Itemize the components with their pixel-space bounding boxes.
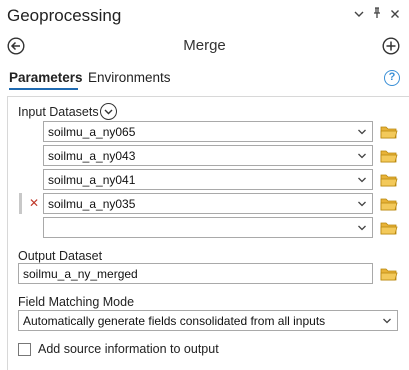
folder-icon[interactable] [380, 197, 398, 211]
folder-icon[interactable] [380, 149, 398, 163]
help-icon[interactable]: ? [384, 70, 400, 86]
chevron-down-icon [358, 153, 366, 159]
tab-environments[interactable]: Environments [88, 70, 171, 85]
tool-header: Merge [0, 34, 409, 60]
close-icon[interactable] [388, 7, 402, 23]
input-dataset-combo-empty[interactable] [43, 217, 373, 238]
add-source-label: Add source information to output [38, 342, 219, 356]
folder-icon[interactable] [380, 125, 398, 139]
input-dataset-combo[interactable]: soilmu_a_ny035 [43, 193, 373, 214]
active-tab-indicator [9, 88, 78, 90]
chevron-down-icon [358, 177, 366, 183]
panel-title-bar: Geoprocessing [0, 0, 409, 34]
input-dataset-value: soilmu_a_ny041 [48, 173, 136, 187]
collapse-chevron-icon[interactable] [100, 103, 117, 120]
row-drag-handle[interactable] [19, 193, 22, 214]
add-source-checkbox[interactable] [18, 343, 31, 356]
output-dataset-label: Output Dataset [18, 249, 103, 263]
tab-bar: Parameters Environments ? [0, 66, 409, 92]
options-dropdown-icon[interactable] [352, 7, 366, 23]
folder-icon[interactable] [380, 173, 398, 187]
chevron-down-icon [383, 318, 391, 324]
input-dataset-value: soilmu_a_ny043 [48, 149, 136, 163]
add-plus-icon[interactable] [382, 37, 400, 55]
input-dataset-value: soilmu_a_ny035 [48, 197, 136, 211]
field-matching-label: Field Matching Mode [18, 295, 135, 309]
folder-icon[interactable] [380, 267, 398, 281]
pin-icon[interactable] [370, 7, 384, 23]
output-dataset-value: soilmu_a_ny_merged [23, 267, 138, 281]
panel-title: Geoprocessing [7, 6, 122, 25]
input-dataset-combo[interactable]: soilmu_a_ny065 [43, 121, 373, 142]
chevron-down-icon [358, 225, 366, 231]
output-dataset-input[interactable]: soilmu_a_ny_merged [18, 263, 373, 284]
input-dataset-combo[interactable]: soilmu_a_ny043 [43, 145, 373, 166]
field-matching-value: Automatically generate fields consolidat… [23, 314, 326, 328]
input-datasets-label: Input Datasets [18, 105, 99, 119]
field-matching-select[interactable]: Automatically generate fields consolidat… [18, 310, 398, 331]
input-dataset-value: soilmu_a_ny065 [48, 125, 136, 139]
input-dataset-combo[interactable]: soilmu_a_ny041 [43, 169, 373, 190]
chevron-down-icon [358, 201, 366, 207]
tool-name: Merge [183, 37, 226, 54]
chevron-down-icon [358, 129, 366, 135]
tab-parameters[interactable]: Parameters [9, 70, 83, 85]
folder-icon[interactable] [380, 221, 398, 235]
remove-row-icon[interactable]: ✕ [29, 196, 39, 210]
